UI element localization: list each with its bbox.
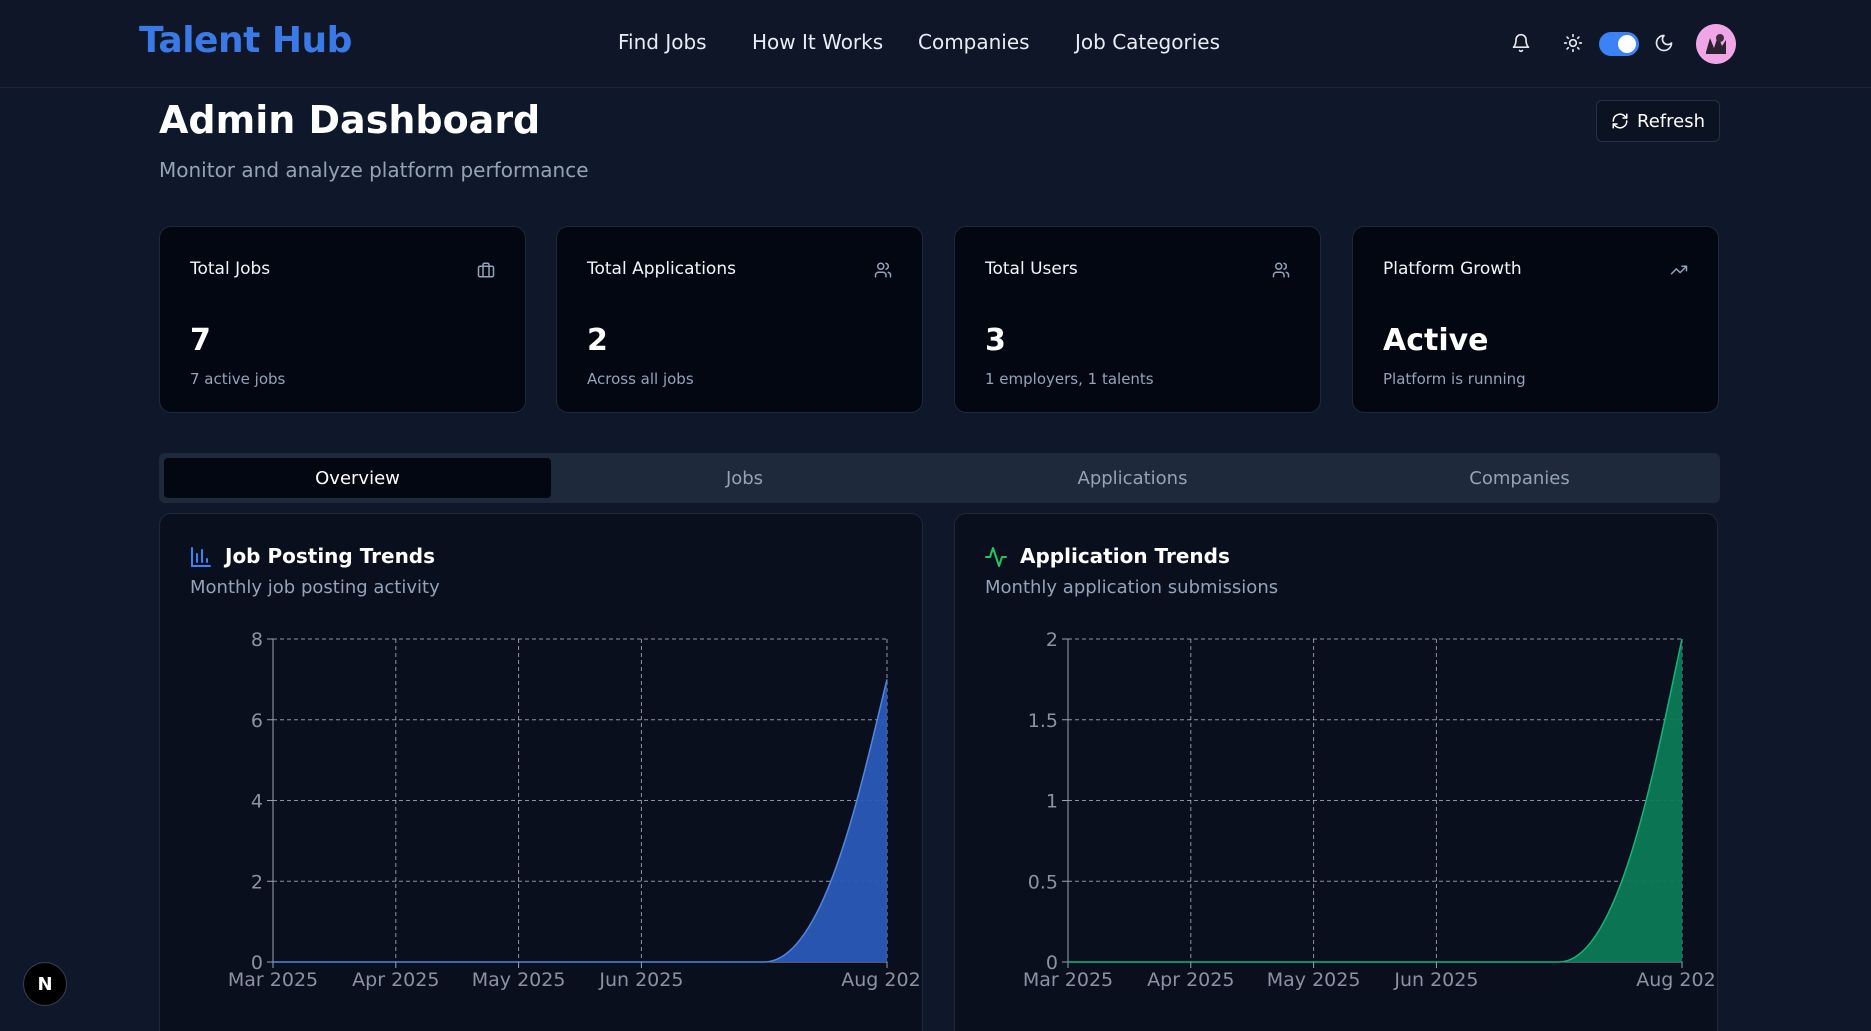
job-posting-chart: 02468Mar 2025 Apr 2025 May 2025 Jun 2025 Aug… [228,629,923,991]
stat-value: 3 [985,323,1006,358]
stat-subtext: Across all jobs [587,370,694,388]
trending-up-icon [1670,265,1688,275]
stat-value: 7 [190,323,211,358]
application-trends-panel: Application Trends Monthly application s… [954,513,1718,1031]
x-tick-label: Jun 2025 [1393,969,1478,991]
stat-card-total-jobs: Total Jobs 7 7 active jobs [159,226,526,413]
sun-icon [1563,33,1583,53]
x-tick-label: Jun 2025 [598,969,683,991]
tab-applications[interactable]: Applications [939,458,1326,498]
theme-toggle[interactable] [1599,32,1639,56]
x-tick-label: May 2025 [472,969,566,991]
x-tick-label: Aug 2025 [841,969,923,991]
series-area [273,679,887,962]
stat-card-total-users: Total Users 3 1 employers, 1 talents [954,226,1321,413]
stat-subtext: 7 active jobs [190,370,286,388]
stat-subtext: 1 employers, 1 talents [985,370,1154,388]
stat-value: 2 [587,323,608,358]
nav-job-categories[interactable]: Job Categories [1075,30,1220,54]
user-avatar[interactable] [1696,24,1736,64]
y-tick-label: 1 [1046,791,1058,813]
dev-tools-badge[interactable]: N [23,962,67,1006]
application-chart: 00.511.52Mar 2025 Apr 2025 May 2025 Jun 202… [1023,629,1718,991]
x-tick-label: Mar 2025 [228,969,318,991]
refresh-icon [1612,113,1628,129]
stat-value: Active [1383,323,1489,358]
refresh-button[interactable]: Refresh [1596,100,1720,142]
tab-overview[interactable]: Overview [164,458,551,498]
dashboard-tabs: Overview Jobs Applications Companies [159,453,1720,503]
nav-companies[interactable]: Companies [918,30,1030,54]
tab-jobs[interactable]: Jobs [551,458,938,498]
users-icon [1272,262,1290,278]
stat-label: Total Jobs [190,259,271,279]
stat-label: Platform Growth [1383,259,1522,279]
page-subtitle: Monitor and analyze platform performance [159,158,589,182]
main-nav: Find Jobs How It Works Companies Job Cat… [0,30,1871,60]
toggle-knob [1618,35,1636,53]
y-tick-label: 2 [1046,629,1058,651]
users-icon [874,262,892,278]
stat-subtext: Platform is running [1383,370,1526,388]
y-tick-label: 6 [251,710,263,732]
y-tick-label: 8 [251,629,263,651]
y-tick-label: 1.5 [1028,710,1058,732]
y-tick-label: 0.5 [1028,871,1058,893]
page-title: Admin Dashboard [159,98,541,142]
tab-companies[interactable]: Companies [1326,458,1713,498]
x-tick-label: Apr 2025 [1147,969,1234,991]
stat-label: Total Users [985,259,1078,279]
stat-card-total-applications: Total Applications 2 Across all jobs [556,226,923,413]
nav-find-jobs[interactable]: Find Jobs [618,30,707,54]
top-navigation-bar: Talent Hub Find Jobs How It Works Compan… [0,0,1871,88]
stat-label: Total Applications [587,259,736,279]
bell-icon[interactable] [1511,33,1531,53]
x-tick-label: Apr 2025 [352,969,439,991]
x-tick-label: Mar 2025 [1023,969,1113,991]
nav-how-it-works[interactable]: How It Works [752,30,883,54]
stat-card-platform-growth: Platform Growth Active Platform is runni… [1352,226,1719,413]
series-line [273,679,888,963]
job-posting-trends-panel: Job Posting Trends Monthly job posting a… [159,513,923,1031]
y-tick-label: 4 [251,791,263,813]
refresh-label: Refresh [1637,110,1705,132]
moon-icon [1655,34,1673,52]
briefcase-icon [477,262,495,278]
y-tick-label: 2 [251,871,263,893]
x-tick-label: Aug 2025 [1636,969,1718,991]
x-tick-label: May 2025 [1267,969,1361,991]
